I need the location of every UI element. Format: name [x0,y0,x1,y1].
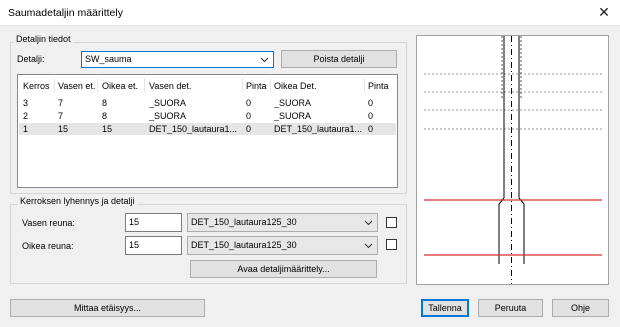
layers-table[interactable]: Kerros Vasen et. Oikea et. Vasen det. Pi… [17,74,398,188]
column-header-left-surface[interactable]: Pinta [246,81,267,91]
title-bar: Saumadetaljin määrittely ✕ [0,0,620,26]
right-detail-value: DET_150_lautaura125_30 [191,240,297,250]
cell-right-distance: 8 [102,111,108,121]
column-header-left-detail[interactable]: Vasen det. [149,81,191,91]
cell-right-distance: 15 [102,124,113,134]
cell-left-distance: 7 [58,111,64,121]
column-header-right-distance[interactable]: Oikea et. [102,81,138,91]
left-edge-input[interactable]: 15 [125,213,182,232]
detail-select-value: SW_sauma [85,54,132,64]
chevron-down-icon [364,220,373,226]
cell-left-surface: 0 [246,124,252,134]
help-button[interactable]: Ohje [552,299,609,317]
right-edge-input[interactable]: 15 [125,236,182,255]
column-header-right-detail[interactable]: Oikea Det. [274,81,317,91]
cell-layer: 2 [23,111,29,121]
detail-label: Detalji: [17,54,45,64]
save-button[interactable]: Tallenna [421,299,469,317]
right-detail-select[interactable]: DET_150_lautaura125_30 [187,236,378,255]
cell-layer: 1 [23,124,29,134]
joint-preview-drawing [424,36,602,284]
chevron-down-icon [364,243,373,249]
cell-right-detail: _SUORA [274,98,312,108]
column-header-layer[interactable]: Kerros [23,81,50,91]
joint-preview [416,35,609,285]
measure-distance-button[interactable]: Mittaa etäisyys... [10,299,205,317]
cell-layer: 3 [23,98,29,108]
cell-left-detail: DET_150_lautaura1... [149,124,238,134]
delete-detail-button[interactable]: Poista detalji [281,50,397,68]
left-detail-value: DET_150_lautaura125_30 [191,217,297,227]
left-detail-select[interactable]: DET_150_lautaura125_30 [187,213,378,232]
cell-right-surface: 0 [368,98,374,108]
left-edge-checkbox[interactable] [386,217,397,228]
cell-left-distance: 7 [58,98,64,108]
cell-left-detail: _SUORA [149,98,187,108]
window-title: Saumadetaljin määrittely [8,7,123,19]
cell-right-surface: 0 [368,124,374,134]
cell-right-detail: DET_150_lautaura1... [274,124,362,134]
close-icon[interactable]: ✕ [596,4,612,20]
cell-left-detail: _SUORA [149,111,187,121]
chevron-down-icon [260,57,269,63]
column-header-left-distance[interactable]: Vasen et. [58,81,95,91]
left-edge-label: Vasen reuna: [22,218,75,228]
cell-left-distance: 15 [58,124,69,134]
right-edge-label: Oikea reuna: [22,241,74,251]
cancel-button[interactable]: Peruuta [478,299,543,317]
left-edge-value: 15 [129,217,140,227]
column-header-right-surface[interactable]: Pinta [368,81,389,91]
right-edge-checkbox[interactable] [386,239,397,250]
open-detail-definition-button[interactable]: Avaa detaljimäärittely... [190,260,377,278]
cell-left-surface: 0 [246,111,252,121]
right-edge-value: 15 [129,240,140,250]
cell-right-surface: 0 [368,111,374,121]
shortening-group-label: Kerroksen lyhennys ja detalji [18,196,137,206]
cell-right-distance: 8 [102,98,108,108]
cell-right-detail: _SUORA [274,111,312,121]
detail-select[interactable]: SW_sauma [81,51,274,68]
cell-left-surface: 0 [246,98,252,108]
details-group-label: Detaljin tiedot [14,34,73,44]
